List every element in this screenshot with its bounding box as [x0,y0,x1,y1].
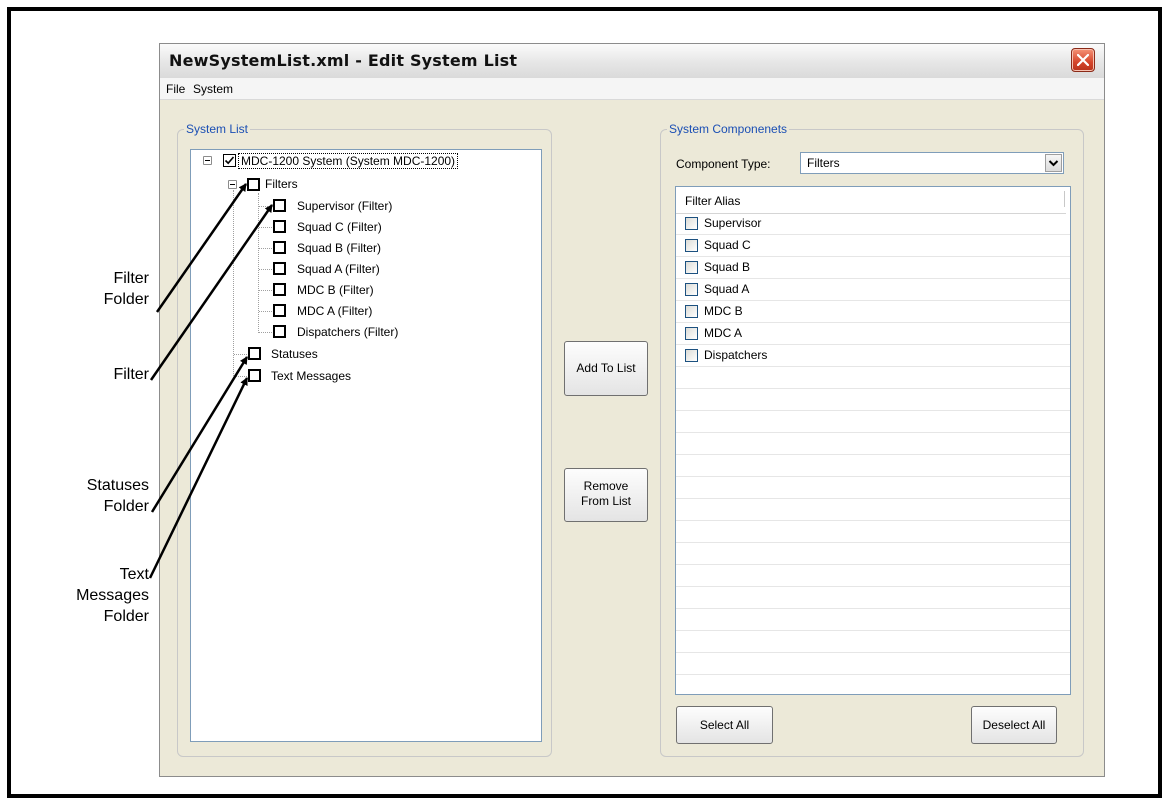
statuses-folder-arrow [150,356,249,513]
filter-folder-arrow [155,183,248,313]
text-messages-folder-arrow [148,377,249,579]
callout-arrows [148,183,274,579]
